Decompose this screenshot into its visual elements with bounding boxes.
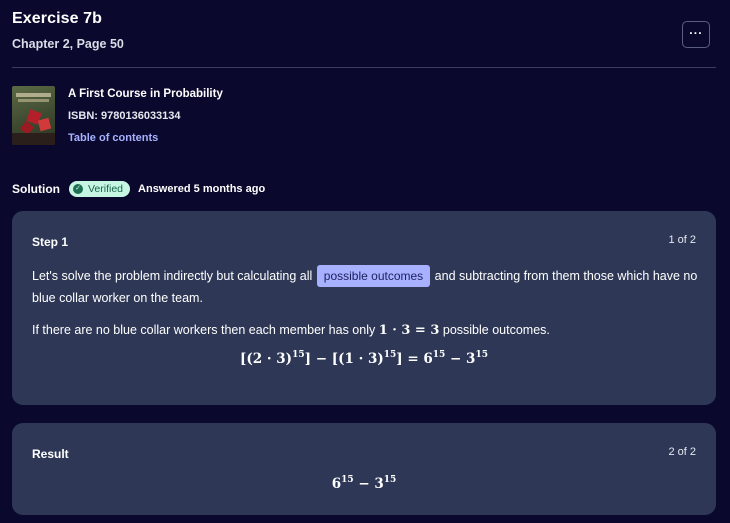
check-badge-icon: ✓ <box>73 184 83 194</box>
step-1-equation: [(2 · 3)15] − [(1 · 3)15] = 615 − 315 <box>240 350 488 367</box>
step-1-paragraph: Let's solve the problem indirectly but c… <box>32 265 704 309</box>
verified-badge: ✓ Verified <box>69 181 131 197</box>
verified-label: Verified <box>88 183 124 195</box>
table-of-contents-link[interactable]: Table of contents <box>68 132 223 144</box>
book-title: A First Course in Probability <box>68 88 223 100</box>
book-isbn: ISBN: 9780136033134 <box>68 110 181 122</box>
page-header: Exercise 7b Chapter 2, Page 50 <box>12 10 124 51</box>
header-divider <box>12 67 716 68</box>
step-title: Step 1 <box>32 235 69 249</box>
step-counter: 1 of 2 <box>668 234 696 246</box>
result-equation: 615 − 315 <box>331 475 397 492</box>
result-title: Result <box>32 447 69 461</box>
step-1-card: Step 1 1 of 2 Let's solve the problem in… <box>12 211 716 405</box>
more-options-button[interactable]: ··· <box>682 21 710 48</box>
solution-label: Solution <box>12 182 60 196</box>
possible-outcomes-highlight[interactable]: possible outcomes <box>316 265 431 287</box>
solution-header: Solution ✓ Verified Answered 5 months ag… <box>12 181 265 197</box>
result-card: Result 2 of 2 615 − 315 <box>12 423 716 515</box>
book-info: A First Course in Probability ISBN: 9780… <box>12 86 223 145</box>
step-1-paragraph-2: If there are no blue collar workers then… <box>32 323 550 338</box>
step-counter: 2 of 2 <box>668 446 696 458</box>
book-cover-image[interactable] <box>12 86 55 145</box>
inline-math: 1 · 3 = 3 <box>378 323 440 338</box>
page-title: Exercise 7b <box>12 10 103 27</box>
chapter-page-label: Chapter 2, Page 50 <box>12 37 124 51</box>
answered-timestamp: Answered 5 months ago <box>138 183 266 195</box>
